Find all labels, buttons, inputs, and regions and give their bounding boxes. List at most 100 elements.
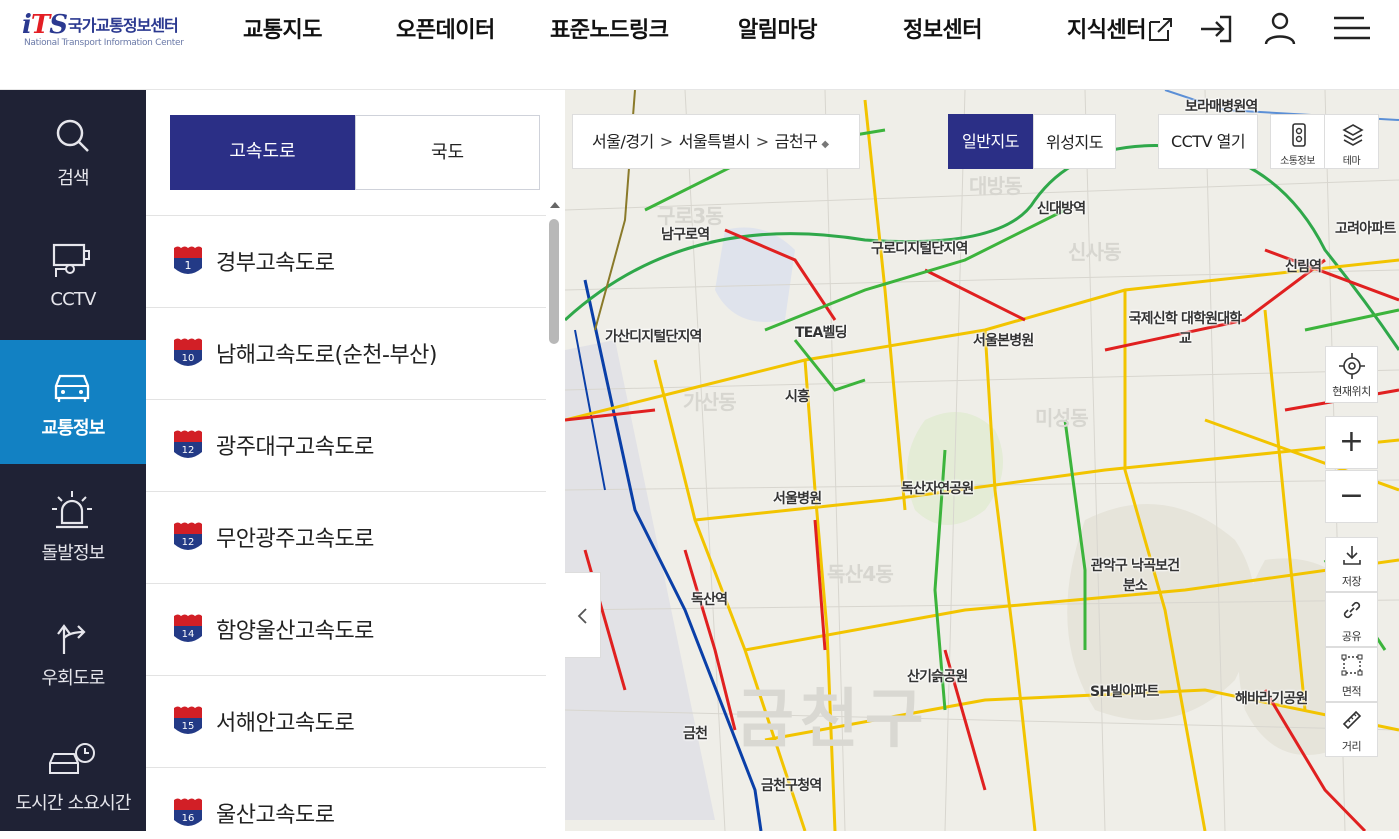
list-item[interactable]: 14 함양울산고속도로 bbox=[146, 584, 546, 676]
place-label: 금천구청역 bbox=[761, 778, 822, 794]
place-label: 국제신학 대학원대학교 bbox=[1128, 311, 1243, 347]
tool-label: 공유 bbox=[1341, 630, 1362, 643]
svg-text:12: 12 bbox=[182, 445, 195, 456]
breadcrumb-province[interactable]: 서울/경기 bbox=[592, 132, 654, 151]
svg-text:15: 15 bbox=[182, 721, 195, 732]
sidebar-item-incidents[interactable]: 돌발정보 bbox=[0, 465, 146, 589]
user-icon[interactable] bbox=[1260, 8, 1300, 48]
district-label: 대방동 bbox=[969, 174, 1023, 198]
sidebar-item-traffic-info[interactable]: 교통정보 bbox=[0, 340, 146, 464]
nav-standard-node-link[interactable]: 표준노드링크 bbox=[550, 12, 669, 44]
list-item[interactable]: 16 울산고속도로 bbox=[146, 768, 546, 831]
satellite-map-button[interactable]: 위성지도 bbox=[1033, 114, 1116, 169]
tab-expressway[interactable]: 고속도로 bbox=[170, 115, 355, 190]
place-label: 독산역 bbox=[691, 592, 728, 608]
sidebar-item-search[interactable]: 검색 bbox=[0, 90, 146, 214]
district-label: 미성동 bbox=[1035, 406, 1089, 430]
download-icon bbox=[1343, 546, 1361, 565]
zoom-in-button[interactable]: + bbox=[1325, 416, 1378, 469]
breadcrumb-city[interactable]: 서울특별시 bbox=[679, 132, 751, 151]
alert-siren-icon bbox=[52, 491, 92, 529]
svg-text:10: 10 bbox=[182, 353, 195, 364]
panel-collapse-button[interactable] bbox=[565, 572, 601, 658]
tool-label: 거리 bbox=[1341, 740, 1362, 753]
expressway-shield-icon: 16 bbox=[174, 798, 202, 826]
logo-mark: iTS bbox=[22, 10, 68, 40]
nav-open-data[interactable]: 오픈데이터 bbox=[396, 12, 495, 44]
sidebar-item-intercity-time[interactable]: 도시간 소요시간 bbox=[0, 715, 146, 839]
car-icon bbox=[54, 374, 90, 402]
sidebar-item-detour[interactable]: 우회도로 bbox=[0, 590, 146, 714]
cctv-open-button[interactable]: CCTV 열기 bbox=[1158, 114, 1258, 169]
place-label: 보라매병원역 bbox=[1185, 99, 1258, 115]
road-name: 함양울산고속도로 bbox=[216, 619, 374, 644]
tab-national-road[interactable]: 국도 bbox=[355, 115, 540, 190]
place-label: 고려아파트 bbox=[1335, 221, 1396, 237]
share-button[interactable]: 공유 bbox=[1325, 592, 1378, 647]
traffic-map[interactable]: 금천구 가산동 독산4동 미성동 신사동 대방동 구로3동 보라매병원역 신대방… bbox=[565, 90, 1399, 831]
current-location-button[interactable]: 현재위치 bbox=[1325, 346, 1378, 403]
nav-traffic-map[interactable]: 교통지도 bbox=[243, 12, 322, 44]
chevron-left-icon bbox=[577, 608, 587, 624]
scroll-up-arrow-icon[interactable] bbox=[550, 202, 560, 208]
svg-text:1: 1 bbox=[185, 259, 192, 272]
traffic-info-button[interactable]: 소통정보 bbox=[1270, 114, 1325, 169]
search-icon bbox=[56, 119, 89, 152]
sidebar-item-label: 도시간 소요시간 bbox=[15, 793, 131, 814]
detour-icon bbox=[57, 624, 86, 654]
place-label: 구로디지털단지역 bbox=[871, 241, 968, 257]
district-label: 신사동 bbox=[1068, 240, 1122, 264]
list-item[interactable]: 15 서해안고속도로 bbox=[146, 676, 546, 768]
svg-text:12: 12 bbox=[182, 537, 195, 548]
sidebar-item-label: 돌발정보 bbox=[41, 543, 105, 564]
nav-knowledge-center[interactable]: 지식센터 bbox=[1067, 12, 1146, 44]
road-name: 서해안고속도로 bbox=[216, 711, 355, 736]
expressway-shield-icon: 1 bbox=[174, 246, 202, 274]
logo-name: 국가교통정보센터 bbox=[68, 16, 179, 35]
region-breadcrumb: 서울/경기 > 서울특별시 > 금천구 ◆ bbox=[572, 114, 860, 169]
top-header: iTS 국가교통정보센터 National Transport Informat… bbox=[0, 0, 1399, 90]
list-item[interactable]: 12 무안광주고속도로 bbox=[146, 492, 546, 584]
traffic-info-icon bbox=[1292, 123, 1306, 147]
svg-text:16: 16 bbox=[182, 813, 195, 824]
area-icon bbox=[1341, 654, 1363, 676]
place-label: 서울병원 bbox=[773, 491, 822, 507]
list-item[interactable]: 12 광주대구고속도로 bbox=[146, 400, 546, 492]
road-name: 광주대구고속도로 bbox=[216, 435, 374, 460]
ruler-icon bbox=[1342, 710, 1362, 730]
tool-label: 저장 bbox=[1341, 575, 1362, 588]
nav-notice[interactable]: 알림마당 bbox=[738, 12, 817, 44]
district-label: 독산4동 bbox=[827, 562, 894, 586]
external-link-icon[interactable] bbox=[1140, 8, 1180, 48]
place-label: 해바라기공원 bbox=[1235, 691, 1308, 707]
distance-measure-button[interactable]: 거리 bbox=[1325, 702, 1378, 757]
place-label: SH빌아파트 bbox=[1090, 684, 1159, 700]
list-item[interactable]: 10 남해고속도로(순천-부산) bbox=[146, 308, 546, 400]
area-measure-button[interactable]: 면적 bbox=[1325, 647, 1378, 702]
sidebar-item-cctv[interactable]: CCTV bbox=[0, 215, 146, 339]
link-icon bbox=[1343, 601, 1361, 619]
expressway-shield-icon: 12 bbox=[174, 522, 202, 550]
list-item[interactable]: 1 경부고속도로 bbox=[146, 216, 546, 308]
tool-label: 테마 bbox=[1342, 156, 1361, 167]
zoom-out-button[interactable]: − bbox=[1325, 470, 1378, 523]
list-scrollbar[interactable] bbox=[547, 202, 561, 831]
login-icon[interactable] bbox=[1196, 8, 1236, 48]
general-map-button[interactable]: 일반지도 bbox=[948, 114, 1033, 169]
sidebar-item-label: 검색 bbox=[57, 168, 89, 189]
dropdown-icon[interactable]: ◆ bbox=[821, 139, 829, 150]
sidebar-item-label: CCTV bbox=[50, 289, 96, 310]
road-name: 울산고속도로 bbox=[216, 803, 335, 828]
menu-icon[interactable] bbox=[1332, 8, 1372, 48]
breadcrumb-district[interactable]: 금천구 bbox=[775, 132, 818, 151]
place-label: 금천 bbox=[683, 726, 708, 742]
place-label: TEA벨딩 bbox=[795, 325, 848, 341]
save-button[interactable]: 저장 bbox=[1325, 537, 1378, 592]
theme-button[interactable]: 테마 bbox=[1324, 114, 1379, 169]
site-logo[interactable]: iTS 국가교통정보센터 National Transport Informat… bbox=[22, 10, 207, 50]
nav-info-center[interactable]: 정보센터 bbox=[903, 12, 982, 44]
tool-label: 소통정보 bbox=[1280, 156, 1315, 167]
logo-subtitle: National Transport Information Center bbox=[24, 38, 184, 48]
scroll-thumb[interactable] bbox=[549, 219, 559, 344]
expressway-shield-icon: 10 bbox=[174, 338, 202, 366]
